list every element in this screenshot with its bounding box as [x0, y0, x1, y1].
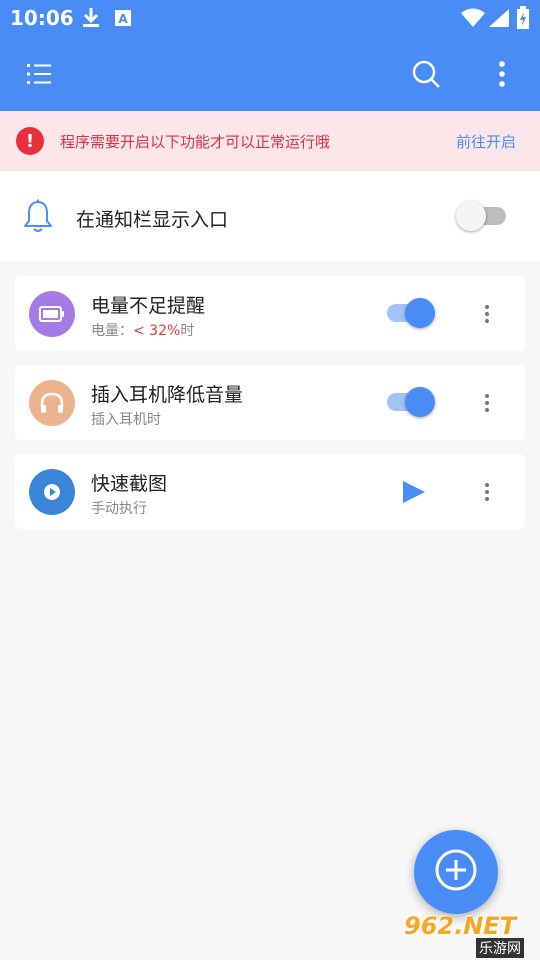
task-subtitle: 电量：< 32%时 — [91, 320, 194, 340]
play-icon[interactable] — [401, 479, 427, 505]
add-icon — [434, 848, 478, 896]
battery-charging-icon — [516, 6, 530, 34]
task-card-quick-screenshot[interactable]: 快速截图 手动执行 — [15, 454, 525, 529]
watermark-logo: 962.NET — [404, 912, 517, 940]
task-title: 电量不足提醒 — [91, 295, 206, 317]
battery-icon — [29, 291, 75, 337]
notification-entry-row[interactable]: 在通知栏显示入口 — [0, 171, 540, 261]
notification-entry-label: 在通知栏显示入口 — [76, 209, 229, 231]
switch-thumb — [405, 298, 435, 328]
status-time: 10:06 — [10, 6, 74, 30]
task-switch[interactable] — [383, 384, 437, 420]
task-more-icon[interactable] — [475, 385, 499, 421]
font-icon: A — [114, 9, 132, 31]
app-toolbar — [0, 36, 540, 111]
subtitle-suffix: 时 — [180, 323, 195, 339]
download-icon — [80, 6, 102, 34]
status-bar: 10:06 A — [0, 0, 540, 36]
watermark-sub: 乐游网 — [476, 938, 524, 958]
svg-text:A: A — [118, 12, 128, 26]
more-vert-icon[interactable] — [482, 54, 522, 94]
signal-icon — [488, 8, 510, 32]
wifi-icon — [460, 8, 486, 32]
task-switch[interactable] — [383, 295, 437, 331]
switch-thumb — [405, 387, 435, 417]
search-icon[interactable] — [406, 54, 446, 94]
permission-warning-banner: ! 程序需要开启以下功能才可以正常运行哦 前往开启 — [0, 111, 540, 171]
screenshot-icon — [29, 469, 75, 515]
task-subtitle: 手动执行 — [91, 501, 147, 517]
warning-text: 程序需要开启以下功能才可以正常运行哦 — [60, 133, 331, 151]
notification-entry-switch[interactable] — [456, 198, 510, 234]
battery-threshold: < 32% — [133, 323, 181, 339]
task-more-icon[interactable] — [475, 474, 499, 510]
task-more-icon[interactable] — [475, 296, 499, 332]
watermark: 962.NET 乐游网 — [402, 910, 538, 960]
subtitle-prefix: 电量： — [91, 323, 133, 339]
enable-now-link[interactable]: 前往开启 — [456, 131, 516, 152]
task-card-low-battery[interactable]: 电量不足提醒 电量：< 32%时 — [15, 276, 525, 351]
menu-list-icon[interactable] — [19, 54, 59, 94]
headphones-icon — [29, 380, 75, 426]
task-subtitle: 插入耳机时 — [91, 412, 161, 428]
task-title: 插入耳机降低音量 — [91, 384, 244, 406]
add-button[interactable] — [414, 830, 498, 914]
task-title: 快速截图 — [91, 473, 168, 495]
switch-thumb — [456, 201, 486, 231]
alert-icon: ! — [16, 127, 44, 155]
task-card-headphones[interactable]: 插入耳机降低音量 插入耳机时 — [15, 365, 525, 440]
bell-icon — [22, 199, 54, 237]
